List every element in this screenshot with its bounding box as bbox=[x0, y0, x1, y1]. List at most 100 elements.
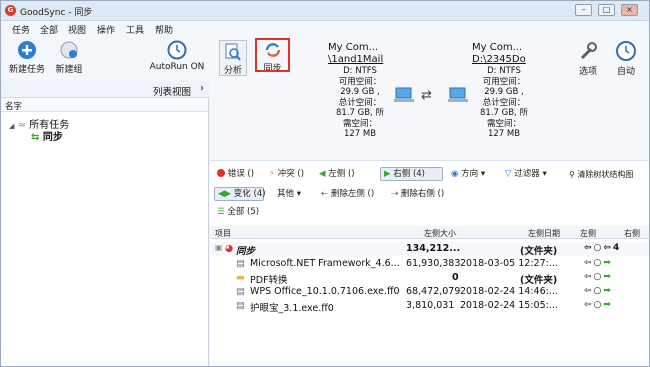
row-actions: ⇦ ○ ⇦ 4 bbox=[584, 243, 620, 253]
filter-all-label: 全部 (5) bbox=[227, 207, 260, 217]
direction-dropdown[interactable]: ◉ 方向 ▾ bbox=[448, 168, 488, 182]
auto-button[interactable]: 自动 bbox=[612, 40, 640, 77]
list-view-toggle[interactable]: 列表视图 › bbox=[1, 81, 209, 98]
filter-changes-label: 变化 (4) bbox=[233, 189, 266, 199]
table-row[interactable]: ▬ PDF转换 0 (文件夹) ⇦ ○ ➡ bbox=[210, 271, 649, 286]
filter-errors[interactable]: 错误 () bbox=[214, 168, 257, 182]
filter-changes[interactable]: ◀▶ 变化 (4) bbox=[214, 187, 266, 201]
table-row[interactable]: ▤ WPS Office_10.1.0.7106.exe.ff0 68,472,… bbox=[210, 285, 649, 299]
left-folder-path: \1and1Mail bbox=[328, 54, 384, 65]
menu-view[interactable]: 视图 bbox=[68, 23, 86, 36]
new-group-button[interactable]: 新建组 bbox=[51, 40, 87, 75]
filter-label: 过滤器 bbox=[514, 169, 540, 179]
row-size: 68,472,079 bbox=[406, 286, 461, 297]
filter-all[interactable]: ☰ 全部 (5) bbox=[214, 206, 262, 220]
clock-icon bbox=[167, 40, 187, 60]
new-group-icon bbox=[60, 41, 78, 59]
right-fs: D: NTFS bbox=[487, 66, 521, 76]
left-computer-icon bbox=[394, 87, 414, 102]
row-size: 134,212... bbox=[406, 243, 461, 254]
app-window: G GoodSync - 同步 – □ × 任务 全部 视图 操作 工具 帮助 … bbox=[0, 0, 650, 367]
left-folder-name: My Com... bbox=[328, 42, 379, 53]
col-right[interactable]: 右侧 bbox=[624, 228, 640, 239]
sync-direction-icon[interactable]: ⇄ bbox=[421, 88, 432, 103]
row-name: Microsoft.NET Framework_4.6... bbox=[250, 258, 400, 269]
tree-header: 名字 bbox=[1, 99, 208, 112]
left-need-label: 需空间： bbox=[342, 118, 377, 129]
col-item[interactable]: 项目 bbox=[215, 228, 231, 239]
title-bar: G GoodSync - 同步 – □ × bbox=[1, 1, 649, 21]
close-button[interactable]: × bbox=[621, 4, 638, 16]
menu-bar: 任务 全部 视图 操作 工具 帮助 bbox=[1, 21, 649, 36]
filter-errors-label: 错误 () bbox=[227, 169, 255, 179]
file-list-header: 项目 左侧大小 左侧日期 左侧 右侧 bbox=[210, 226, 649, 239]
row-name: 护眼宝_3.1.exe.ff0 bbox=[250, 303, 334, 314]
right-total: 81.7 GB, 所 bbox=[480, 108, 528, 118]
task-tree: 名字 ◢ ≈ 所有任务 ⇆ 同步 bbox=[1, 99, 209, 366]
sync-button-highlight bbox=[255, 38, 290, 72]
menu-all[interactable]: 全部 bbox=[40, 23, 58, 36]
minimize-button[interactable]: – bbox=[575, 4, 592, 16]
row-name: 同步 bbox=[236, 246, 256, 257]
analyze-label: 分析 bbox=[223, 66, 242, 76]
other-dropdown[interactable]: 其他 ▾ bbox=[274, 188, 304, 202]
filter-delete-left[interactable]: ⇠ 删除左侧 () bbox=[318, 188, 377, 202]
autorun-button[interactable]: AutoRun ON bbox=[149, 40, 205, 72]
menu-tools[interactable]: 工具 bbox=[126, 23, 144, 36]
right-total-label: 总计空间： bbox=[482, 97, 526, 108]
row-date: 2018-03-05 12:27:... bbox=[460, 258, 558, 269]
filter-dropdown[interactable]: ▽ 过滤器 ▾ bbox=[502, 168, 550, 182]
analyze-button[interactable]: 分析 bbox=[219, 40, 247, 76]
auto-label: 自动 bbox=[616, 67, 635, 77]
col-left-size[interactable]: 左侧大小 bbox=[424, 228, 456, 239]
table-row[interactable]: ▤ Microsoft.NET Framework_4.6... 61,930,… bbox=[210, 257, 649, 271]
plus-icon bbox=[18, 41, 36, 59]
col-left[interactable]: 左侧 bbox=[580, 228, 596, 239]
row-actions: ⇦ ○ ➡ bbox=[584, 300, 611, 310]
tree-item-sync[interactable]: ⇆ 同步 bbox=[31, 128, 63, 143]
left-free: 29.9 GB , bbox=[340, 87, 380, 97]
filter-bar: 错误 () ⚡ 冲突 () ◀ 左侧 () ▶ 右侧 (4) ◉ 方向 ▾ ▽ … bbox=[210, 160, 649, 220]
filter-conflicts[interactable]: ⚡ 冲突 () bbox=[266, 168, 307, 182]
window-title: GoodSync - 同步 bbox=[20, 8, 93, 18]
row-date: 2018-02-24 15:05:... bbox=[460, 300, 558, 311]
main-panel: 分析 同步 My Com... \1and1Mail D: NTFS 可用空间：… bbox=[210, 36, 649, 366]
row-size: 3,810,031 bbox=[406, 300, 455, 311]
filter-left[interactable]: ◀ 左侧 () bbox=[316, 168, 358, 182]
auto-clock-icon bbox=[616, 41, 636, 61]
right-folder-info[interactable]: My Com... D:\2345Do D: NTFS 可用空间： 29.9 G… bbox=[472, 42, 536, 140]
row-date: (文件夹) bbox=[520, 275, 558, 286]
row-size: 0 bbox=[452, 272, 459, 283]
file-icon: ▤ bbox=[236, 286, 245, 297]
options-button[interactable]: 选项 bbox=[574, 40, 602, 77]
left-fs: D: NTFS bbox=[343, 66, 377, 76]
menu-action[interactable]: 操作 bbox=[97, 23, 115, 36]
table-row[interactable]: ▤ 护眼宝_3.1.exe.ff0 3,810,031 2018-02-24 1… bbox=[210, 299, 649, 314]
row-actions: ⇦ ○ ➡ bbox=[584, 286, 611, 296]
tasks-icon: ≈ bbox=[17, 120, 26, 131]
row-name: PDF转换 bbox=[250, 275, 288, 286]
left-folder-info[interactable]: My Com... \1and1Mail D: NTFS 可用空间： 29.9 … bbox=[328, 42, 392, 140]
maximize-button[interactable]: □ bbox=[598, 4, 615, 16]
table-row[interactable]: ▣ ◕ 同步 134,212... (文件夹) ⇦ ○ ⇦ 4 bbox=[210, 242, 649, 257]
clear-tree-label: 清除树状结构图 bbox=[577, 170, 634, 179]
right-arrow-icon: ▶ bbox=[384, 169, 391, 179]
filter-conflicts-label: 冲突 () bbox=[277, 169, 305, 179]
goodsync-icon: ◕ bbox=[225, 243, 234, 254]
filter-delete-right[interactable]: ⇢ 删除右侧 () bbox=[388, 188, 447, 202]
analyze-icon bbox=[225, 43, 241, 61]
new-task-button[interactable]: 新建任务 bbox=[7, 40, 47, 75]
clear-tree-button[interactable]: ⚲ 清除树状结构图 bbox=[566, 168, 636, 182]
left-total-label: 总计空间： bbox=[338, 97, 382, 108]
delete-right-label: 删除右侧 () bbox=[400, 189, 445, 199]
left-need: 127 MB bbox=[343, 129, 377, 139]
col-left-date[interactable]: 左侧日期 bbox=[528, 228, 560, 239]
new-group-label: 新建组 bbox=[55, 65, 83, 75]
menu-help[interactable]: 帮助 bbox=[155, 23, 173, 36]
row-actions: ⇦ ○ ➡ bbox=[584, 258, 611, 268]
menu-task[interactable]: 任务 bbox=[12, 23, 30, 36]
goodsync-logo-icon: G bbox=[5, 5, 16, 16]
filter-right[interactable]: ▶ 右侧 (4) bbox=[380, 167, 443, 181]
wrench-icon bbox=[580, 42, 597, 60]
file-icon: ▤ bbox=[236, 258, 245, 269]
